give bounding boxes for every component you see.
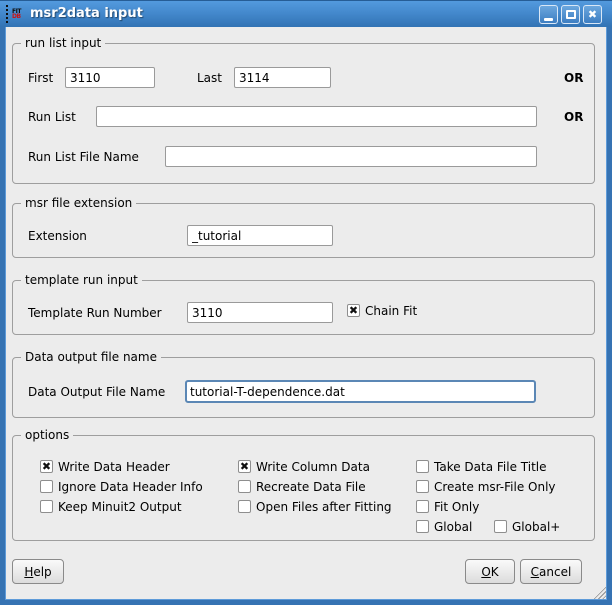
cancel-button-label: ancel bbox=[539, 565, 571, 579]
run-list-label: Run List bbox=[28, 110, 76, 124]
group-extension-title: msr file extension bbox=[21, 196, 136, 210]
data-output-file-name-input[interactable] bbox=[185, 380, 536, 403]
extension-label: Extension bbox=[28, 229, 87, 243]
group-run-list-title: run list input bbox=[21, 36, 105, 50]
checkbox-row-global[interactable]: Global bbox=[416, 519, 472, 534]
run-list-file-name-input[interactable] bbox=[165, 146, 537, 167]
last-input[interactable] bbox=[234, 67, 331, 88]
close-button[interactable]: ✖ bbox=[583, 5, 602, 24]
keep-minuit2-output-checkbox[interactable] bbox=[40, 500, 53, 513]
checkmark-icon: ✖ bbox=[240, 461, 249, 472]
cancel-button-mnemonic: C bbox=[531, 565, 539, 579]
keep-minuit2-output-label: Keep Minuit2 Output bbox=[58, 500, 182, 514]
chain-fit-checkbox[interactable]: ✖ bbox=[347, 304, 360, 317]
ok-button-label: K bbox=[491, 565, 499, 579]
help-button-label: elp bbox=[33, 565, 51, 579]
checkbox-row-keep-minuit2-output[interactable]: Keep Minuit2 Output bbox=[40, 499, 182, 514]
write-data-header-checkbox[interactable]: ✖ bbox=[40, 460, 53, 473]
window-title: msr2data input bbox=[30, 6, 143, 21]
group-run-list-input: run list input First Last OR Run List OR… bbox=[12, 43, 595, 184]
extension-input[interactable] bbox=[187, 225, 333, 246]
group-output-title: Data output file name bbox=[21, 350, 161, 364]
ignore-data-header-info-label: Ignore Data Header Info bbox=[58, 480, 203, 494]
minimize-icon bbox=[544, 18, 553, 21]
group-options-title: options bbox=[21, 428, 73, 442]
checkbox-row-open-files-after-fitting[interactable]: Open Files after Fitting bbox=[238, 499, 392, 514]
create-msr-file-only-checkbox[interactable] bbox=[416, 480, 429, 493]
global-checkbox[interactable] bbox=[416, 520, 429, 533]
chain-fit-label: Chain Fit bbox=[365, 304, 417, 318]
checkbox-row-fit-only[interactable]: Fit Only bbox=[416, 499, 479, 514]
first-label: First bbox=[28, 71, 53, 85]
write-data-header-label: Write Data Header bbox=[58, 460, 170, 474]
help-button[interactable]: Help bbox=[12, 559, 64, 584]
take-data-file-title-label: Take Data File Title bbox=[434, 460, 547, 474]
last-label: Last bbox=[197, 71, 222, 85]
template-run-number-input[interactable] bbox=[187, 302, 333, 323]
help-button-mnemonic: H bbox=[24, 565, 33, 579]
minimize-button[interactable] bbox=[539, 5, 558, 24]
fit-only-label: Fit Only bbox=[434, 500, 479, 514]
cancel-button[interactable]: Cancel bbox=[520, 559, 582, 584]
chain-fit-checkmark-icon: ✖ bbox=[349, 305, 358, 316]
maximize-button[interactable] bbox=[561, 5, 580, 24]
app-icon-db-text: DB bbox=[12, 14, 24, 19]
checkbox-row-create-msr-file-only[interactable]: Create msr-File Only bbox=[416, 479, 556, 494]
write-column-data-checkbox[interactable]: ✖ bbox=[238, 460, 251, 473]
write-column-data-label: Write Column Data bbox=[256, 460, 370, 474]
titlebar[interactable]: FIT DB msr2data input ✖ bbox=[0, 0, 612, 27]
group-template-title: template run input bbox=[21, 273, 142, 287]
or-label-1: OR bbox=[564, 71, 583, 85]
global-plus-label: Global+ bbox=[512, 520, 560, 534]
group-msr-file-extension: msr file extension Extension bbox=[12, 203, 595, 258]
run-list-file-name-label: Run List File Name bbox=[28, 150, 139, 164]
ignore-data-header-info-checkbox[interactable] bbox=[40, 480, 53, 493]
recreate-data-file-label: Recreate Data File bbox=[256, 480, 366, 494]
ok-button[interactable]: OK bbox=[465, 559, 515, 584]
recreate-data-file-checkbox[interactable] bbox=[238, 480, 251, 493]
open-files-after-fitting-label: Open Files after Fitting bbox=[256, 500, 392, 514]
checkbox-row-write-data-header[interactable]: ✖ Write Data Header bbox=[40, 459, 170, 474]
msr2data-dialog: FIT DB msr2data input ✖ run list input F… bbox=[0, 0, 612, 605]
group-template-run-input: template run input Template Run Number ✖… bbox=[12, 280, 595, 335]
chain-fit-checkbox-row[interactable]: ✖ Chain Fit bbox=[347, 303, 417, 318]
create-msr-file-only-label: Create msr-File Only bbox=[434, 480, 556, 494]
first-input[interactable] bbox=[65, 67, 155, 88]
take-data-file-title-checkbox[interactable] bbox=[416, 460, 429, 473]
checkbox-row-global-plus[interactable]: Global+ bbox=[494, 519, 560, 534]
global-plus-checkbox[interactable] bbox=[494, 520, 507, 533]
checkbox-row-recreate-data-file[interactable]: Recreate Data File bbox=[238, 479, 366, 494]
data-output-file-name-label: Data Output File Name bbox=[28, 385, 165, 399]
app-icon: FIT DB bbox=[6, 5, 24, 23]
checkmark-icon: ✖ bbox=[42, 461, 51, 472]
or-label-2: OR bbox=[564, 110, 583, 124]
open-files-after-fitting-checkbox[interactable] bbox=[238, 500, 251, 513]
ok-button-mnemonic: O bbox=[481, 565, 490, 579]
global-label: Global bbox=[434, 520, 472, 534]
group-options: options ✖ Write Data Header Ignore Data … bbox=[12, 435, 595, 541]
fit-only-checkbox[interactable] bbox=[416, 500, 429, 513]
checkbox-row-ignore-data-header-info[interactable]: Ignore Data Header Info bbox=[40, 479, 203, 494]
checkbox-row-take-data-file-title[interactable]: Take Data File Title bbox=[416, 459, 547, 474]
run-list-input[interactable] bbox=[96, 106, 537, 127]
close-icon: ✖ bbox=[588, 9, 597, 20]
checkbox-row-write-column-data[interactable]: ✖ Write Column Data bbox=[238, 459, 370, 474]
maximize-icon bbox=[566, 10, 576, 19]
template-run-number-label: Template Run Number bbox=[28, 306, 162, 320]
group-data-output-file: Data output file name Data Output File N… bbox=[12, 357, 595, 418]
